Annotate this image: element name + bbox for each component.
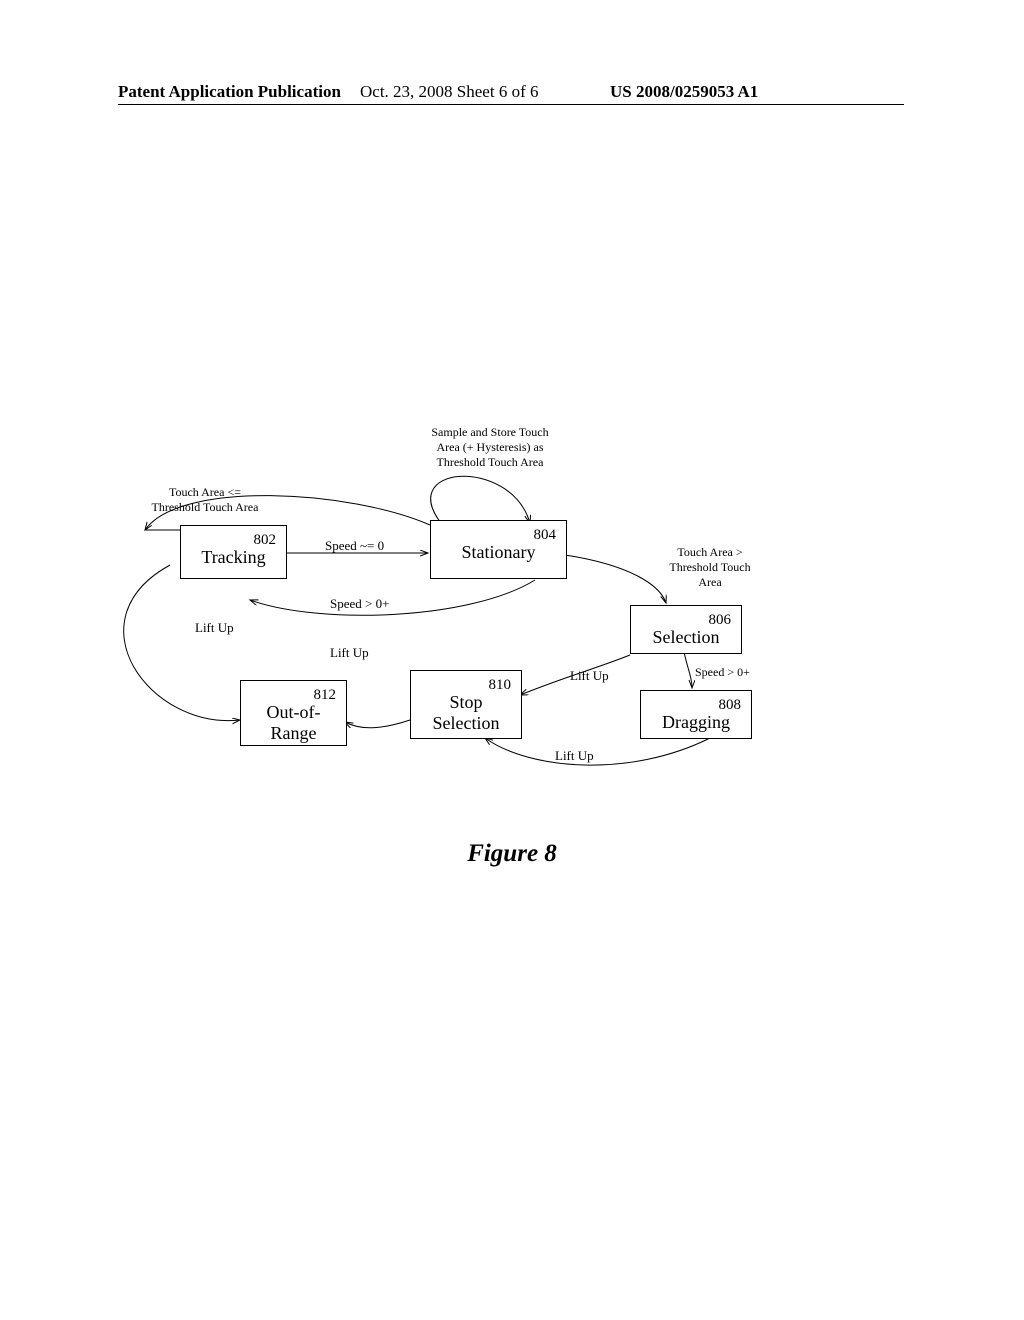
label-speed-pos-1: Speed > 0+ — [330, 596, 389, 612]
label-area-gt: Touch Area > Threshold Touch Area — [650, 545, 770, 590]
figure-caption: Figure 8 — [0, 840, 1024, 868]
state-name: Stop Selection — [411, 692, 521, 734]
state-stop-selection: 810 Stop Selection — [410, 670, 522, 739]
state-stationary: 804 Stationary — [430, 520, 567, 579]
label-liftup-1: Lift Up — [195, 620, 234, 636]
label-threshold-note: Sample and Store Touch Area (+ Hysteresi… — [405, 425, 575, 470]
label-speed-pos-2: Speed > 0+ — [695, 665, 750, 680]
state-name: Stationary — [431, 542, 566, 563]
label-liftup-2: Lift Up — [330, 645, 369, 661]
state-tracking: 802 Tracking — [180, 525, 287, 579]
label-liftup-4: Lift Up — [555, 748, 594, 764]
state-diagram: 802 Tracking 804 Stationary 806 Selectio… — [90, 420, 850, 820]
state-selection: 806 Selection — [630, 605, 742, 654]
state-dragging: 808 Dragging — [640, 690, 752, 739]
label-area-le: Touch Area <= Threshold Touch Area — [135, 485, 275, 515]
label-speed0: Speed ~= 0 — [325, 538, 384, 554]
state-out-of-range: 812 Out-of- Range — [240, 680, 347, 746]
label-liftup-3: Lift Up — [570, 668, 609, 684]
state-name: Tracking — [181, 547, 286, 568]
header-left: Patent Application Publication — [118, 82, 341, 102]
state-name: Dragging — [641, 712, 751, 733]
header-rule — [118, 104, 904, 105]
header-right: US 2008/0259053 A1 — [610, 82, 758, 102]
state-name: Selection — [631, 627, 741, 648]
header-center: Oct. 23, 2008 Sheet 6 of 6 — [360, 82, 538, 102]
state-name: Out-of- Range — [241, 702, 346, 744]
